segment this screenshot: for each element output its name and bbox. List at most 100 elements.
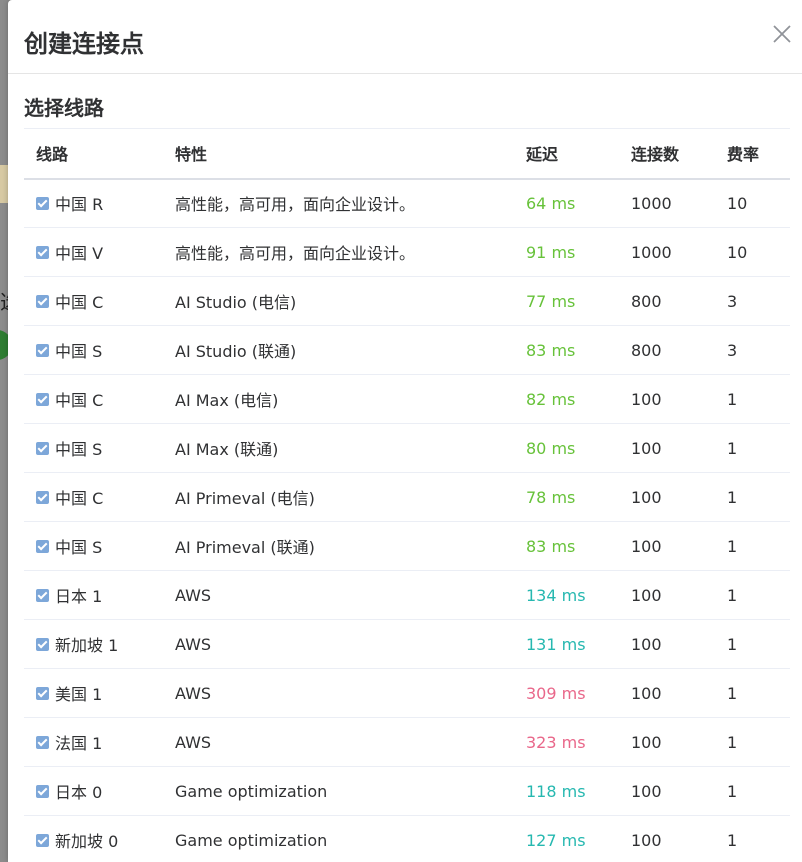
table-row[interactable]: 日本 0 Game optimization 118 ms 100 1 xyxy=(24,767,790,816)
column-header-connections: 连接数 xyxy=(631,145,680,165)
rate-cell: 1 xyxy=(727,487,738,507)
row-checkbox[interactable] xyxy=(36,637,49,651)
line-cell-content: 法国 1 xyxy=(36,730,175,754)
row-checkbox[interactable] xyxy=(36,735,49,749)
latency-cell: 131 ms xyxy=(526,634,586,654)
latency-cell: 83 ms xyxy=(526,536,576,556)
line-cell: 中国 S xyxy=(24,522,175,571)
line-cell: 法国 1 xyxy=(24,718,175,767)
row-checkbox[interactable] xyxy=(36,196,49,210)
connections-cell: 100 xyxy=(631,438,662,458)
line-name: 中国 C xyxy=(55,391,104,410)
table-row[interactable]: 法国 1 AWS 323 ms 100 1 xyxy=(24,718,790,767)
table-row[interactable]: 中国 C AI Studio (电信) 77 ms 800 3 xyxy=(24,277,790,326)
feature-cell: 高性能，高可用，面向企业设计。 xyxy=(175,244,416,263)
line-cell-content: 中国 V xyxy=(36,240,175,264)
line-cell-content: 新加坡 1 xyxy=(36,632,175,656)
line-cell-content: 美国 1 xyxy=(36,681,175,705)
row-checkbox[interactable] xyxy=(36,294,49,308)
line-cell-content: 中国 C xyxy=(36,387,175,411)
line-cell: 日本 0 xyxy=(24,767,175,816)
rate-cell: 1 xyxy=(727,536,738,556)
table-row[interactable]: 中国 C AI Max (电信) 82 ms 100 1 xyxy=(24,375,790,424)
row-checkbox[interactable] xyxy=(36,343,49,357)
line-name: 法国 1 xyxy=(55,734,103,753)
line-name: 中国 S xyxy=(55,440,103,459)
feature-cell: AI Max (电信) xyxy=(175,391,279,410)
latency-cell: 323 ms xyxy=(526,732,586,752)
feature-cell: AI Max (联通) xyxy=(175,440,279,459)
latency-cell: 118 ms xyxy=(526,781,586,801)
connections-cell: 1000 xyxy=(631,193,672,213)
line-cell-content: 中国 C xyxy=(36,289,175,313)
table-row[interactable]: 中国 S AI Studio (联通) 83 ms 800 3 xyxy=(24,326,790,375)
rate-cell: 1 xyxy=(727,634,738,654)
line-table-container: 线路 特性 延迟 连接数 费率 中国 R 高性能，高可用，面向企业设计。 64 ms… xyxy=(24,128,790,862)
row-checkbox[interactable] xyxy=(36,784,49,798)
latency-cell: 91 ms xyxy=(526,242,576,262)
connections-cell: 100 xyxy=(631,781,662,801)
line-cell: 中国 C xyxy=(24,277,175,326)
table-row[interactable]: 中国 V 高性能，高可用，面向企业设计。 91 ms 1000 10 xyxy=(24,228,790,277)
line-name: 中国 C xyxy=(55,489,104,508)
connections-cell: 100 xyxy=(631,830,662,850)
row-checkbox[interactable] xyxy=(36,588,49,602)
table-body: 中国 R 高性能，高可用，面向企业设计。 64 ms 1000 10 中国 V 高性能，高可… xyxy=(24,179,790,862)
row-checkbox[interactable] xyxy=(36,441,49,455)
feature-cell: AI Primeval (联通) xyxy=(175,538,315,557)
line-cell: 中国 R xyxy=(24,179,175,228)
rate-cell: 1 xyxy=(727,585,738,605)
row-checkbox[interactable] xyxy=(36,490,49,504)
feature-cell: AWS xyxy=(175,585,212,605)
table-row[interactable]: 中国 S AI Max (联通) 80 ms 100 1 xyxy=(24,424,790,473)
line-cell-content: 中国 C xyxy=(36,485,175,509)
line-cell-content: 日本 1 xyxy=(36,583,175,607)
line-cell: 中国 S xyxy=(24,326,175,375)
connections-cell: 100 xyxy=(631,536,662,556)
line-cell-content: 中国 S xyxy=(36,534,175,558)
latency-cell: 77 ms xyxy=(526,291,576,311)
table-row[interactable]: 中国 C AI Primeval (电信) 78 ms 100 1 xyxy=(24,473,790,522)
rate-cell: 1 xyxy=(727,732,738,752)
table-header-row: 线路 特性 延迟 连接数 费率 xyxy=(24,128,790,179)
line-table: 线路 特性 延迟 连接数 费率 中国 R 高性能，高可用，面向企业设计。 64 ms… xyxy=(24,128,790,862)
column-header-feature: 特性 xyxy=(175,145,208,165)
row-checkbox[interactable] xyxy=(36,245,49,259)
latency-cell: 309 ms xyxy=(526,683,586,703)
column-header-latency: 延迟 xyxy=(526,145,559,165)
connections-cell: 800 xyxy=(631,340,662,360)
latency-cell: 78 ms xyxy=(526,487,576,507)
close-button[interactable] xyxy=(770,22,794,46)
connections-cell: 100 xyxy=(631,634,662,654)
line-cell: 中国 C xyxy=(24,375,175,424)
table-row[interactable]: 中国 S AI Primeval (联通) 83 ms 100 1 xyxy=(24,522,790,571)
row-checkbox[interactable] xyxy=(36,539,49,553)
feature-cell: AWS xyxy=(175,634,212,654)
row-checkbox[interactable] xyxy=(36,392,49,406)
line-name: 新加坡 0 xyxy=(55,832,119,851)
table-row[interactable]: 美国 1 AWS 309 ms 100 1 xyxy=(24,669,790,718)
column-header-rate: 费率 xyxy=(727,145,760,165)
line-cell: 美国 1 xyxy=(24,669,175,718)
dialog-title: 创建连接点 xyxy=(24,30,144,58)
line-cell: 新加坡 0 xyxy=(24,816,175,862)
rate-cell: 1 xyxy=(727,438,738,458)
latency-cell: 127 ms xyxy=(526,830,586,850)
feature-cell: AI Primeval (电信) xyxy=(175,489,315,508)
line-cell: 中国 C xyxy=(24,473,175,522)
line-name: 日本 0 xyxy=(55,783,103,802)
line-name: 美国 1 xyxy=(55,685,103,704)
row-checkbox[interactable] xyxy=(36,833,49,847)
line-cell-content: 中国 S xyxy=(36,436,175,460)
table-row[interactable]: 中国 R 高性能，高可用，面向企业设计。 64 ms 1000 10 xyxy=(24,179,790,228)
row-checkbox[interactable] xyxy=(36,686,49,700)
table-row[interactable]: 日本 1 AWS 134 ms 100 1 xyxy=(24,571,790,620)
table-row[interactable]: 新加坡 1 AWS 131 ms 100 1 xyxy=(24,620,790,669)
line-cell: 日本 1 xyxy=(24,571,175,620)
line-name: 日本 1 xyxy=(55,587,103,606)
rate-cell: 1 xyxy=(727,683,738,703)
line-cell-content: 中国 R xyxy=(36,191,175,215)
line-cell-content: 新加坡 0 xyxy=(36,828,175,852)
connections-cell: 100 xyxy=(631,389,662,409)
table-row[interactable]: 新加坡 0 Game optimization 127 ms 100 1 xyxy=(24,816,790,862)
